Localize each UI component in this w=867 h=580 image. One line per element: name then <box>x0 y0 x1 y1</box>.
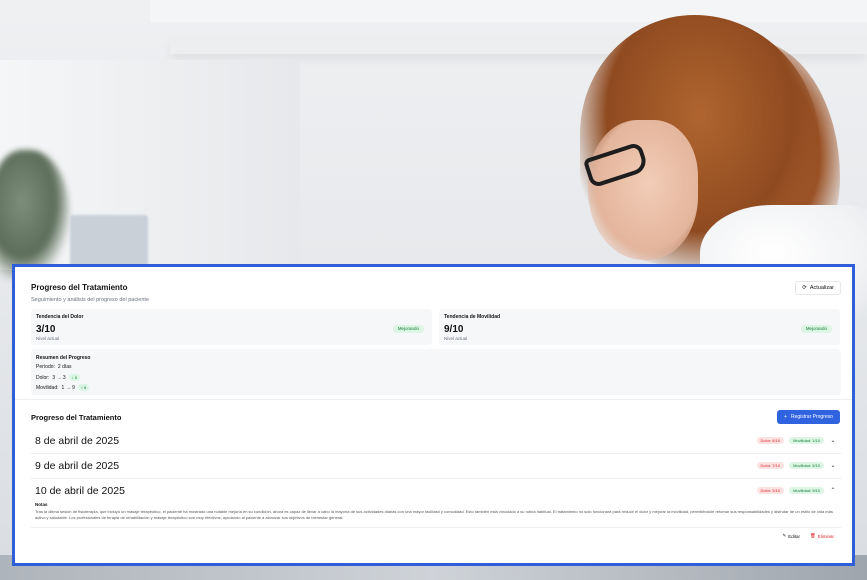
page-title: Progreso del Tratamiento <box>31 283 128 292</box>
entry-date: 9 de abril de 2025 <box>35 460 120 472</box>
entry-mobility-badge: Movilidad: 9/10 <box>789 487 824 494</box>
section-divider <box>15 399 852 400</box>
entry-divider <box>31 478 841 479</box>
refresh-label: Actualizar <box>809 285 834 291</box>
entry-pain-badge: Dolor: 3/10 <box>756 487 785 494</box>
mobility-value: 1 → 9 <box>61 384 75 391</box>
app-panel: Progreso del Tratamiento Seguimiento y a… <box>12 264 855 566</box>
refresh-button[interactable]: ⟳ Actualizar <box>795 281 841 295</box>
edit-button[interactable]: ✎ Editar <box>782 533 800 539</box>
entry-mobility-badge: Movilidad: 5/10 <box>789 462 824 469</box>
plus-icon: + <box>784 414 787 420</box>
entry-date: 8 de abril de 2025 <box>35 435 120 447</box>
period-label: Período: <box>36 364 55 370</box>
pain-trend-card: Tendencia del Dolor 3/10 Nivel actual Me… <box>31 309 432 345</box>
chevron-down-icon[interactable]: ⌄ <box>829 462 837 469</box>
notes-text: Tras la última sesión de fisioterapia, q… <box>35 509 833 520</box>
pain-trend-value: 3/10 <box>36 324 56 335</box>
entry-badges: Dolor: 8/10 Movilidad: 1/10 ⌄ <box>756 437 837 444</box>
ceiling-beam <box>150 0 867 22</box>
pain-trend-label: Tendencia del Dolor <box>36 314 84 320</box>
pain-change-badge: ↓ 5 <box>68 374 81 381</box>
delete-label: Eliminar <box>817 533 834 539</box>
progress-summary: Resumen del Progreso Período: 2 días Dol… <box>31 349 841 395</box>
delete-button[interactable]: 🗑 Eliminar <box>810 533 834 539</box>
entry-divider <box>31 453 841 454</box>
mobility-trend-value: 9/10 <box>444 324 464 335</box>
entry-divider <box>31 527 841 528</box>
pain-trend-sub: Nivel actual <box>36 336 60 341</box>
entry-pain-badge: Dolor: 7/10 <box>756 462 785 469</box>
history-title: Progreso del Tratamiento <box>31 413 122 422</box>
entry-mobility-badge: Movilidad: 1/10 <box>789 437 824 444</box>
edit-label: Editar <box>788 533 801 539</box>
period-value: 2 días <box>57 364 72 370</box>
entry-pain-badge: Dolor: 8/10 <box>756 437 785 444</box>
refresh-icon: ⟳ <box>802 285 807 291</box>
mobility-trend-sub: Nivel actual <box>444 336 468 341</box>
mobility-trend-card: Tendencia de Movilidad 9/10 Nivel actual… <box>439 309 840 345</box>
register-progress-label: Registrar Progreso <box>790 414 833 420</box>
chevron-up-icon[interactable]: ⌃ <box>829 487 837 494</box>
mobility-trend-label: Tendencia de Movilidad <box>444 314 501 320</box>
woman-face <box>588 120 698 260</box>
edit-icon: ✎ <box>782 533 787 538</box>
pain-trend-badge: Mejorando <box>392 325 424 333</box>
entry-badges: Dolor: 3/10 Movilidad: 9/10 ⌃ <box>756 487 837 494</box>
page-subtitle: Seguimiento y análisis del progreso del … <box>31 297 150 303</box>
register-progress-button[interactable]: + Registrar Progreso <box>777 410 840 424</box>
mobility-change-badge: ↑ 8 <box>77 384 90 391</box>
trash-icon: 🗑 <box>810 533 816 538</box>
mobility-trend-badge: Mejorando <box>800 325 832 333</box>
summary-period: Período: 2 días <box>36 364 72 370</box>
pain-value: 3 → 3 <box>52 374 66 381</box>
pain-label: Dolor: <box>36 374 50 381</box>
progress-overview-card: Progreso del Tratamiento Seguimiento y a… <box>31 275 841 395</box>
entry-date: 10 de abril de 2025 <box>35 485 125 497</box>
background-monitor <box>70 215 148 267</box>
entry-badges: Dolor: 7/10 Movilidad: 5/10 ⌄ <box>756 462 837 469</box>
mobility-label: Movilidad: <box>36 384 59 391</box>
entry-actions: ✎ Editar 🗑 Eliminar <box>782 533 834 539</box>
summary-mobility: Movilidad: 1 → 9 ↑ 8 <box>36 384 90 391</box>
chevron-down-icon[interactable]: ⌄ <box>829 437 837 444</box>
summary-title: Resumen del Progreso <box>36 355 91 361</box>
summary-pain: Dolor: 3 → 3 ↓ 5 <box>36 374 81 381</box>
notes-label: Notas <box>35 502 48 507</box>
